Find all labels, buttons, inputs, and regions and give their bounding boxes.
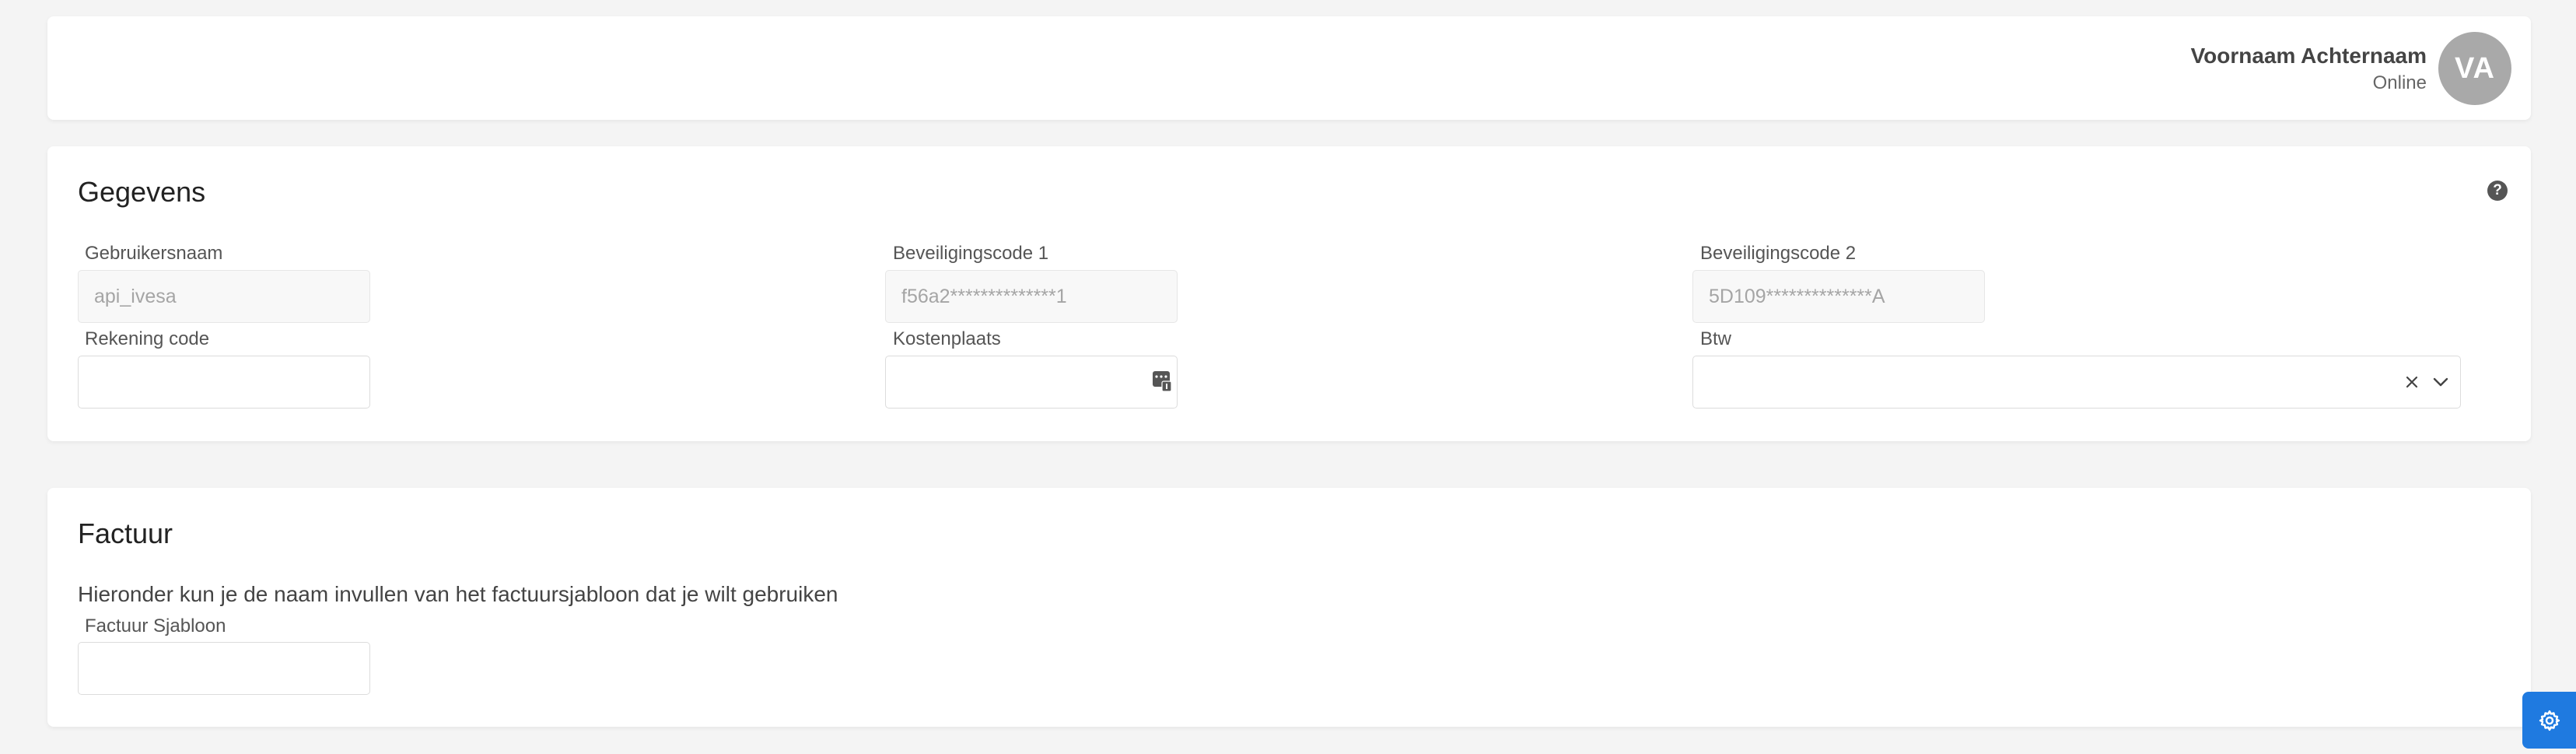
gebruikersnaam-label: Gebruikersnaam [85, 243, 223, 264]
btw-select[interactable] [1692, 356, 2461, 409]
beveiligingscode1-value: f56a2**************1 [901, 285, 1067, 307]
gegevens-card: Gegevens ? Gebruikersnaam api_ivesa Beve… [47, 146, 2531, 441]
avatar[interactable]: VA [2438, 32, 2511, 105]
beveiligingscode1-label: Beveiligingscode 1 [893, 243, 1049, 264]
kostenplaats-input[interactable] [885, 356, 1178, 409]
gear-icon [2539, 710, 2560, 731]
top-bar: Voornaam Achternaam Online VA [47, 16, 2531, 120]
user-info: Voornaam Achternaam Online [2191, 43, 2427, 94]
keypad-icon[interactable] [1152, 370, 1172, 392]
user-name: Voornaam Achternaam [2190, 44, 2427, 68]
chevron-down-icon[interactable] [2432, 374, 2449, 390]
beveiligingscode1-field[interactable]: f56a2**************1 [885, 270, 1178, 323]
rekening-code-input[interactable] [78, 356, 370, 409]
factuur-card: Factuur Hieronder kun je de naam invulle… [47, 488, 2531, 727]
factuur-description: Hieronder kun je de naam invullen van he… [78, 582, 838, 606]
beveiligingscode2-field[interactable]: 5D109**************A [1692, 270, 1985, 323]
beveiligingscode2-value: 5D109**************A [1709, 285, 1885, 307]
factuur-sjabloon-input[interactable] [78, 642, 370, 695]
btw-label: Btw [1700, 328, 1732, 349]
factuur-title: Factuur [78, 517, 173, 549]
user-status: Online [2372, 72, 2427, 93]
question-circle-icon[interactable]: ? [2487, 181, 2508, 201]
rekening-code-label: Rekening code [85, 328, 210, 349]
settings-button[interactable] [2522, 692, 2576, 749]
gegevens-title: Gegevens [78, 176, 206, 208]
clear-icon[interactable] [2404, 374, 2420, 390]
gebruikersnaam-field[interactable]: api_ivesa [78, 270, 370, 323]
factuur-sjabloon-label: Factuur Sjabloon [85, 615, 226, 637]
gebruikersnaam-value: api_ivesa [94, 285, 177, 307]
beveiligingscode2-label: Beveiligingscode 2 [1700, 243, 1857, 264]
kostenplaats-label: Kostenplaats [893, 328, 1001, 349]
